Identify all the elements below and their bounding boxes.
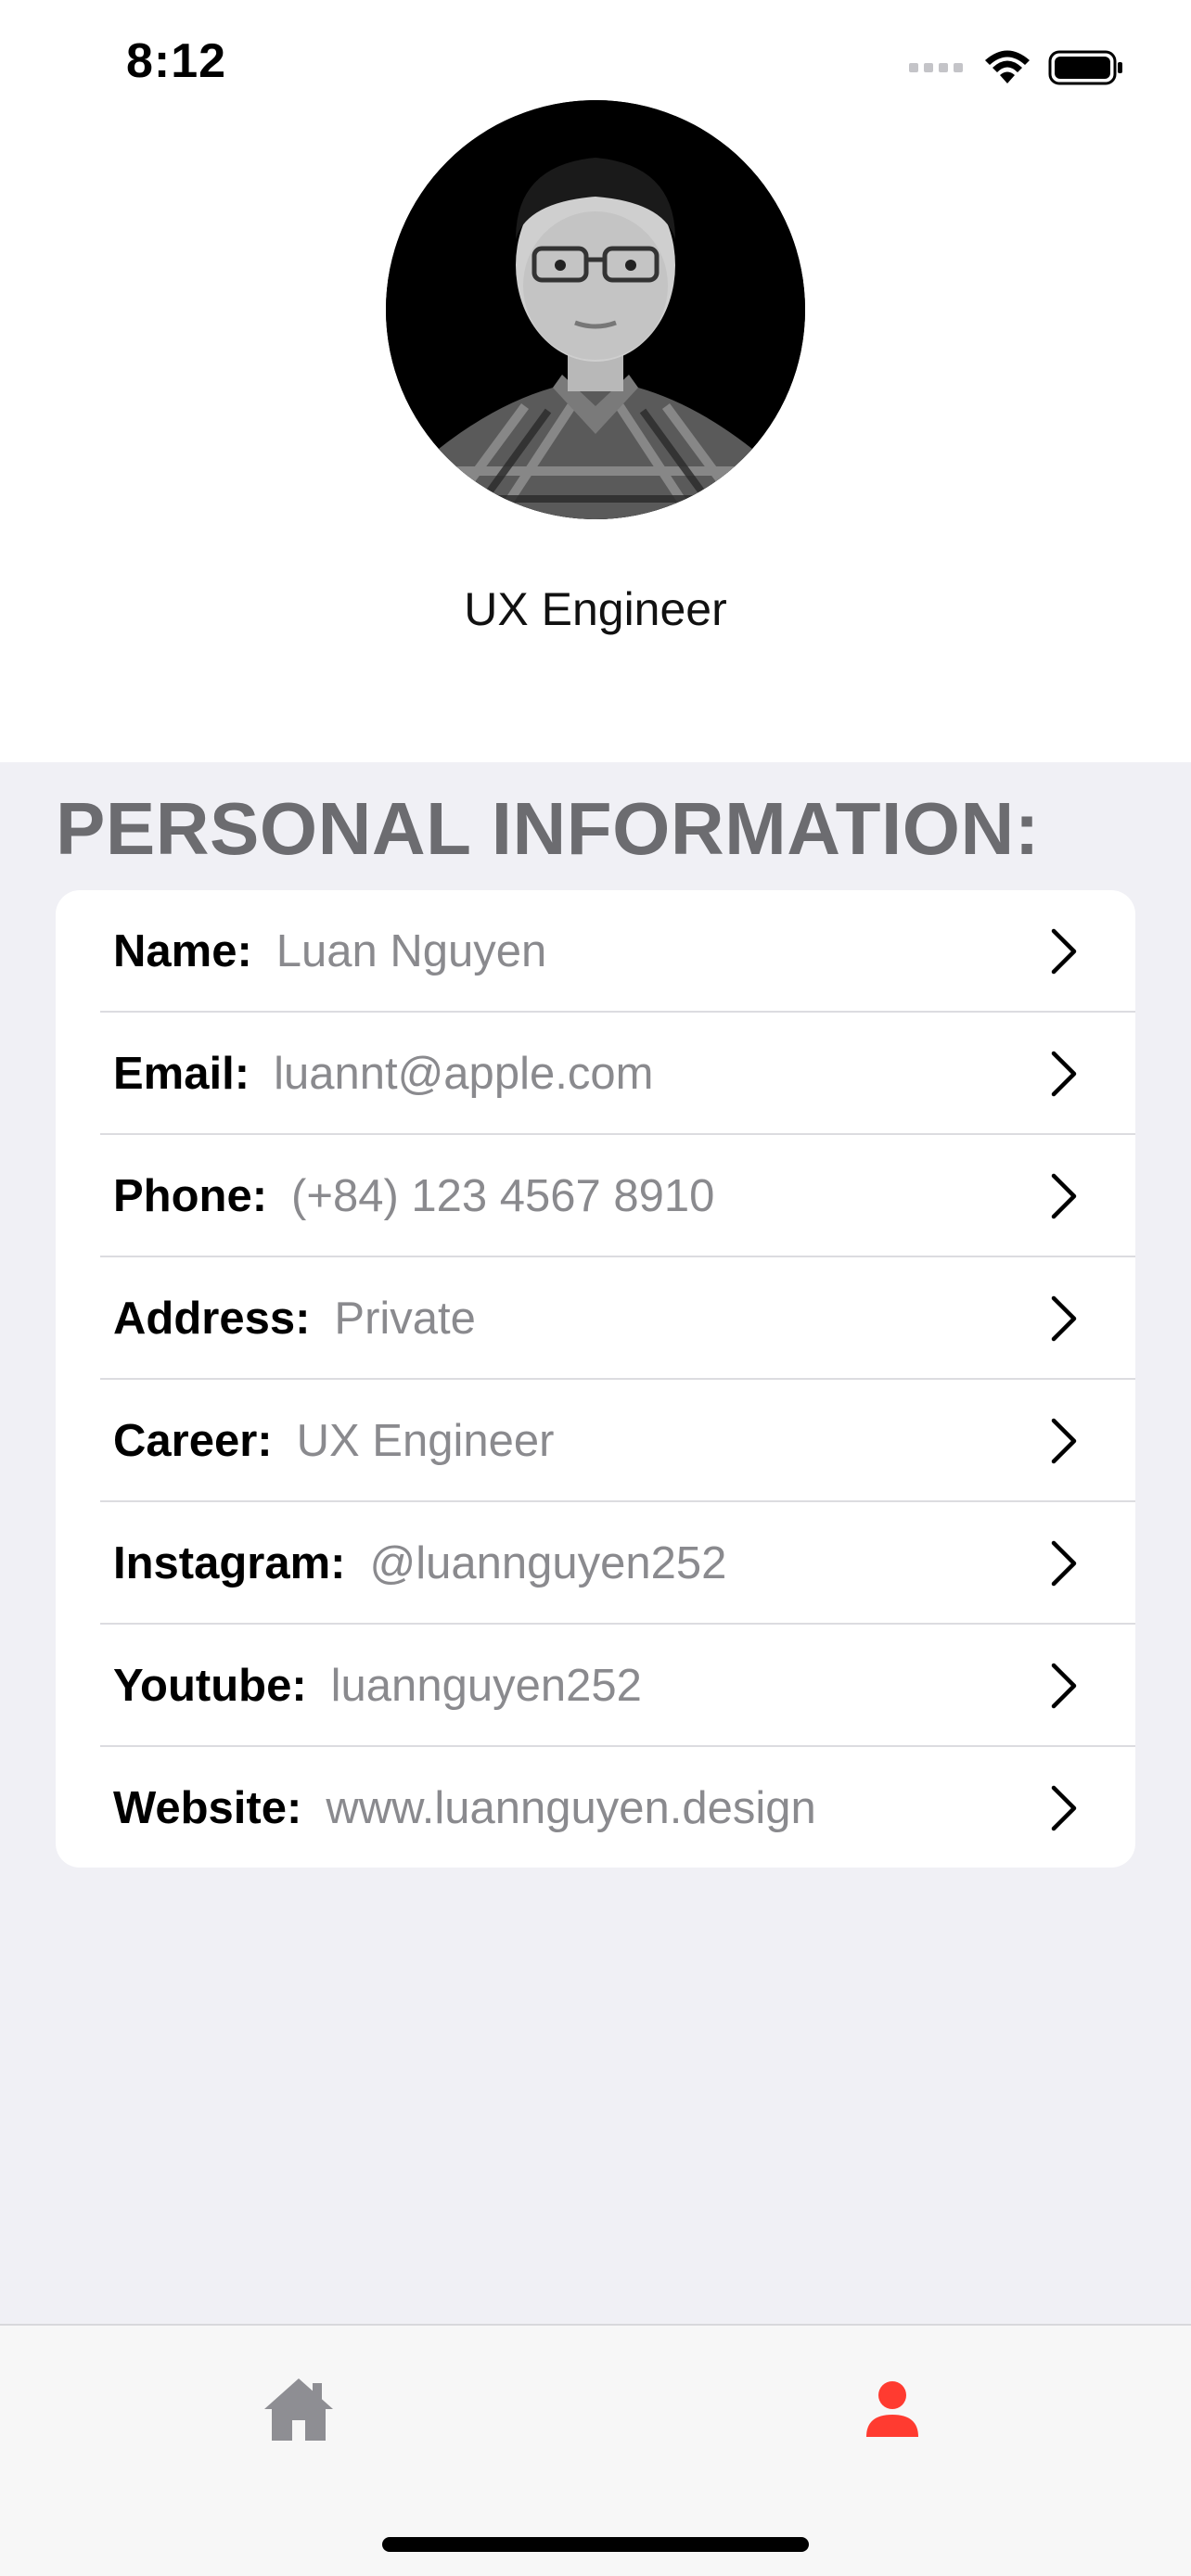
info-row-phone[interactable]: Phone: (+84) 123 4567 8910 xyxy=(56,1135,1135,1257)
row-label: Career: xyxy=(113,1416,273,1466)
row-value: Private xyxy=(334,1294,476,1344)
home-indicator xyxy=(382,2537,809,2552)
personal-info-list: Name: Luan Nguyen Email: luannt@apple.co… xyxy=(56,890,1135,1868)
avatar-photo xyxy=(386,100,805,519)
profile-subtitle: UX Engineer xyxy=(464,583,727,635)
profile-screen: UX Engineer 8:12 PERSONAL INFORMATION: N… xyxy=(0,0,1191,2576)
battery-icon xyxy=(1048,50,1122,85)
status-bar: 8:12 xyxy=(0,0,1191,130)
tab-home[interactable] xyxy=(252,2363,345,2455)
info-row-website[interactable]: Website: www.luannguyen.design xyxy=(56,1747,1135,1868)
row-label: Phone: xyxy=(113,1171,268,1221)
row-label: Address: xyxy=(113,1294,311,1344)
person-icon xyxy=(866,2381,918,2437)
row-label: Email: xyxy=(113,1049,250,1099)
row-value: (+84) 123 4567 8910 xyxy=(291,1171,715,1221)
row-value: luannt@apple.com xyxy=(274,1049,654,1099)
status-time: 8:12 xyxy=(126,34,227,88)
info-row-career[interactable]: Career: UX Engineer xyxy=(56,1380,1135,1502)
tab-profile[interactable] xyxy=(846,2363,939,2455)
info-row-name[interactable]: Name: Luan Nguyen xyxy=(56,890,1135,1013)
chevron-right-icon xyxy=(1051,1540,1077,1587)
row-label: Website: xyxy=(113,1783,302,1833)
info-row-youtube[interactable]: Youtube: luannguyen252 xyxy=(56,1625,1135,1747)
info-row-email[interactable]: Email: luannt@apple.com xyxy=(56,1013,1135,1135)
row-value: @luannguyen252 xyxy=(369,1538,727,1588)
chevron-right-icon xyxy=(1051,1051,1077,1097)
row-label: Youtube: xyxy=(113,1661,307,1711)
row-value: www.luannguyen.design xyxy=(326,1783,816,1833)
chevron-right-icon xyxy=(1051,1663,1077,1709)
row-value: Luan Nguyen xyxy=(275,926,547,976)
info-row-address[interactable]: Address: Private xyxy=(56,1257,1135,1380)
row-value: luannguyen252 xyxy=(330,1661,642,1711)
chevron-right-icon xyxy=(1051,1785,1077,1831)
row-label: Name: xyxy=(113,926,252,976)
chevron-right-icon xyxy=(1051,1173,1077,1219)
row-value: UX Engineer xyxy=(296,1416,555,1466)
wifi-icon xyxy=(985,50,1030,83)
chevron-right-icon xyxy=(1051,1295,1077,1342)
chevron-right-icon xyxy=(1051,928,1077,975)
house-icon xyxy=(264,2378,333,2441)
status-indicators xyxy=(909,46,1124,89)
cellular-signal-icon xyxy=(909,63,963,72)
info-row-instagram[interactable]: Instagram: @luannguyen252 xyxy=(56,1502,1135,1625)
row-label: Instagram: xyxy=(113,1538,346,1588)
section-title: PERSONAL INFORMATION: xyxy=(56,787,1040,870)
avatar xyxy=(386,100,805,519)
chevron-right-icon xyxy=(1051,1418,1077,1464)
